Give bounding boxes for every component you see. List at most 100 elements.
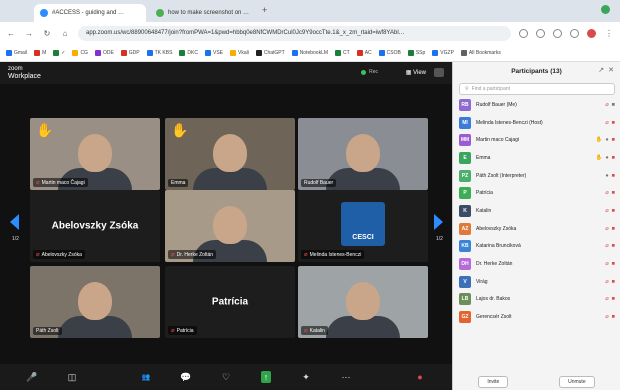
share-screen-icon: ↑ [260,371,272,383]
participant-row[interactable]: E Emma ✋ ● ■ [453,149,620,167]
bookmark-item[interactable]: VSE [204,49,223,56]
camera-off-icon: ■ [611,119,615,126]
participant-row[interactable]: K Katalin ⌀ ■ [453,202,620,220]
close-icon[interactable]: ✕ [608,66,614,74]
forward-icon[interactable]: → [24,29,34,38]
participants-panel: Participants (13) ↗ ✕ ⚲ Find a participa… [452,62,620,390]
panel-footer: Invite Unmute [453,374,620,390]
bookmark-item[interactable]: ODE [94,49,114,56]
extension-icon[interactable] [570,28,579,38]
bookmark-star-icon[interactable] [519,28,528,38]
bookmark-label: ODE [102,49,114,56]
participant-row[interactable]: DH Dr. Herke Zoltán ⌀ ■ [453,255,620,273]
participant-row[interactable]: V Virág ⌀ ■ [453,273,620,291]
menu-icon[interactable]: ⋮ [604,29,614,38]
bookmark-item[interactable]: VGZP [432,49,454,56]
more-button[interactable]: ⋯ [326,366,366,388]
bookmark-item[interactable]: ChatGPT [255,49,285,56]
mic-button[interactable]: 🎤 [12,366,52,388]
video-tile[interactable]: ✋ ⌀ Martin maco Čajagi [30,118,160,190]
participant-name: Lajos dr. Bakos [476,296,511,303]
tile-name-label: Páth Zsolt [33,327,62,335]
video-tile[interactable]: Abelovszky Zsóka ⌀ Abelovszky Zsóka [30,190,160,262]
bookmark-favicon-icon [94,49,101,56]
camera-off-icon: ■ [611,296,615,303]
bookmark-item[interactable]: ✓ [53,49,65,56]
apps-button[interactable]: ✦ [286,366,326,388]
extension-icon[interactable] [536,28,545,38]
prev-page-arrow-icon[interactable] [10,214,19,230]
video-tile[interactable]: ⌀ Katalin [298,266,428,338]
bookmark-label: DKC [187,49,198,56]
participant-status: ✋ ● ■ [595,137,615,143]
participant-row[interactable]: P Patrícia ⌀ ■ [453,184,620,202]
unmute-button[interactable]: Unmute [559,376,595,388]
avatar[interactable] [587,28,596,38]
back-icon[interactable]: ← [6,29,16,38]
tab-zoom[interactable]: #ACCESS - guiding and … [34,4,146,22]
video-tile[interactable]: Patrícia ⌀ Patrícia [165,266,295,338]
bookmark-item[interactable]: All Bookmarks [460,49,501,56]
bookmark-item[interactable]: Gmail [6,49,27,56]
new-tab-icon[interactable]: + [262,5,267,15]
bookmark-label: AC [364,49,372,56]
bookmark-item[interactable]: TK KBS [146,49,172,56]
participant-name: Patrícia [176,327,194,334]
video-tile[interactable]: Rudolf Bauer [298,118,428,190]
bookmark-item[interactable]: SSp [407,49,425,56]
bookmark-label: Vkali [238,49,249,56]
video-tile[interactable]: ⌀ Dr. Herke Zoltán [165,190,295,262]
profile-icon[interactable] [601,5,610,14]
camera-button[interactable]: ◫ [52,366,92,388]
participant-list: RB Rudolf Bauer (Me) ⌀ ■ MI Melinda Istenes-B… [453,96,620,326]
tab-screenshot-help[interactable]: how to make screenshot on … [150,4,254,22]
bookmark-item[interactable]: NotebookLM [291,49,328,56]
bookmark-item[interactable]: Vkali [230,49,249,56]
bookmark-item[interactable]: DKC [179,49,198,56]
next-page-arrow-icon[interactable] [434,214,443,230]
avatar: AZ [459,222,471,235]
participant-row[interactable]: MI Melinda Istenes-Benczi (Host) ⌀ ■ [453,114,620,132]
bookmark-item[interactable]: CG [72,49,88,56]
camera-off-icon: ■ [611,172,615,179]
bookmark-item[interactable]: CT [335,49,350,56]
participants-button[interactable]: 👥 [126,366,166,388]
participant-row[interactable]: LB Lajos dr. Bakos ⌀ ■ [453,291,620,309]
avatar: RB [459,98,471,111]
bookmark-item[interactable]: AC [356,49,372,56]
tile-name-label: ⌀ Dr. Herke Zoltán [168,250,217,259]
video-tile[interactable]: Páth Zsolt [30,266,160,338]
fullscreen-icon[interactable] [434,68,444,77]
search-input[interactable]: ⚲ Find a participant [459,83,615,95]
video-tile[interactable]: ✋ Emma [165,118,295,190]
participant-row[interactable]: PZ Páth Zsolt (Interpreter) ● ■ [453,167,620,185]
participant-row[interactable]: AZ Abelovszky Zsóka ⌀ ■ [453,220,620,238]
bookmark-item[interactable]: M [34,49,46,56]
bookmark-label: All Bookmarks [468,49,501,56]
video-gallery: 1/2 1/2 ✋ ⌀ Martin maco Čajagi ✋ Emma Rudolf … [0,84,452,364]
participant-name: Emma [171,180,186,186]
popout-icon[interactable]: ↗ [598,66,604,74]
share-button[interactable]: ↑ [246,366,286,388]
participant-row[interactable]: GZ Gerencsér Zsolt ⌀ ■ [453,308,620,326]
participant-row[interactable]: KB Katarina Brunciková ⌀ ■ [453,238,620,256]
camera-off-icon: ■ [611,243,615,250]
reload-icon[interactable]: ↻ [42,29,52,38]
video-tile[interactable]: CESCI ⌀ Melinda Istenes-Benczi [298,190,428,262]
participant-row[interactable]: RB Rudolf Bauer (Me) ⌀ ■ [453,96,620,114]
home-icon[interactable]: ⌂ [60,29,70,38]
participant-row[interactable]: MM Martin maco Čajagi ✋ ● ■ [453,131,620,149]
bookmark-item[interactable]: CSOB [378,49,401,56]
view-button[interactable]: ▦ View [406,69,426,76]
address-bar[interactable]: app.zoom.us/wc/88900648477/join?fromPWA=… [78,25,511,41]
reactions-button[interactable]: ♡ [206,366,246,388]
leave-button[interactable]: ● [400,366,440,388]
participant-status: ⌀ ■ [605,102,615,108]
extension-icon[interactable] [553,28,562,38]
participant-name: Emma [476,154,491,161]
camera-off-icon: ■ [611,154,615,161]
page-indicator-left: 1/2 [12,236,19,242]
chat-button[interactable]: 💬 [166,366,206,388]
bookmark-item[interactable]: GDP [120,49,140,56]
invite-button[interactable]: Invite [478,376,509,388]
